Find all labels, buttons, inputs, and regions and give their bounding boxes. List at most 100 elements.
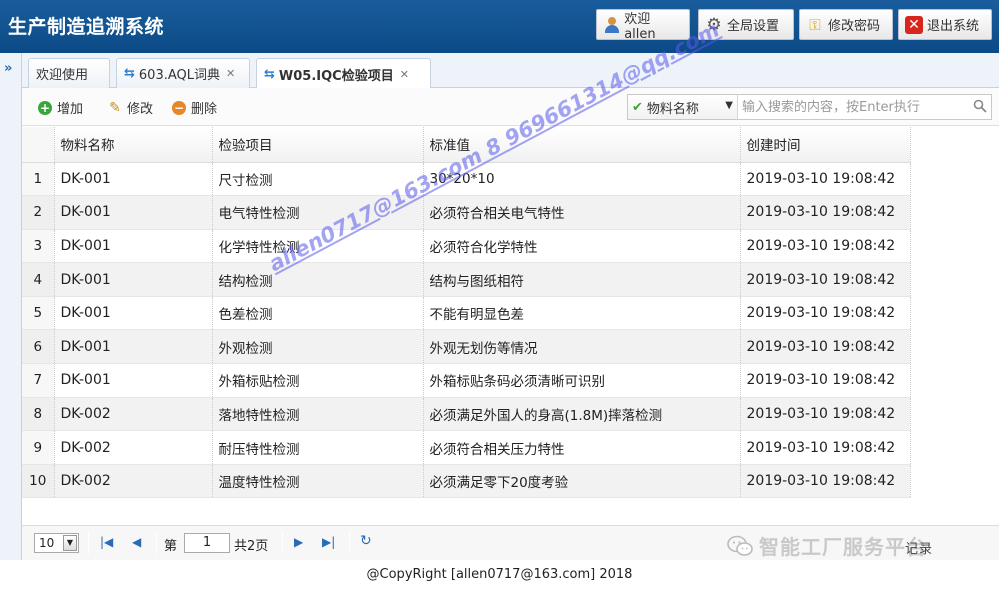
table-row[interactable]: 9 DK-002 耐压特性检测 必须符合相关压力特性 2019-03-10 19:08:… bbox=[22, 430, 911, 465]
data-grid: 物料名称 检验项目 标准值 创建时间 1 DK-001 尺寸检测 30*20*10 20… bbox=[22, 127, 999, 499]
caret-down-icon: ▼ bbox=[725, 100, 733, 111]
created-time-cell: 2019-03-10 19:08:42 bbox=[740, 363, 911, 398]
add-button[interactable]: + 增加 bbox=[38, 98, 83, 117]
tab-welcome[interactable]: 欢迎使用 bbox=[28, 58, 110, 88]
material-cell: DK-002 bbox=[54, 430, 213, 465]
table-header-row: 物料名称 检验项目 标准值 创建时间 bbox=[22, 127, 911, 163]
table-row[interactable]: 7 DK-001 外箱标贴检测 外箱标贴条码必须清晰可识别 2019-03-10 19:… bbox=[22, 363, 911, 398]
standard-value-cell: 不能有明显色差 bbox=[423, 296, 741, 331]
copyright-footer: @CopyRight [allen0717@163.com] 2018 bbox=[0, 560, 999, 588]
material-cell: DK-001 bbox=[54, 229, 213, 264]
global-settings-label: 全局设置 bbox=[727, 19, 780, 34]
standard-value-cell: 必须符合化学特性 bbox=[423, 229, 741, 264]
inspection-items-table: 物料名称 检验项目 标准值 创建时间 1 DK-001 尺寸检测 30*20*10 20… bbox=[22, 127, 911, 499]
minus-icon: − bbox=[172, 100, 186, 115]
standard-value-cell: 30*20*10 bbox=[423, 162, 741, 197]
table-row[interactable]: 3 DK-001 化学特性检测 必须符合化学特性 2019-03-10 19:08:42 bbox=[22, 229, 911, 264]
row-number-cell: 2 bbox=[22, 195, 55, 230]
search-input[interactable] bbox=[740, 95, 968, 119]
prev-page-icon[interactable]: ◀ bbox=[132, 535, 141, 549]
standard-value-cell: 结构与图纸相符 bbox=[423, 262, 741, 297]
edit-button[interactable]: ✎ 修改 bbox=[108, 98, 153, 118]
inspection-item-cell: 化学特性检测 bbox=[212, 229, 424, 264]
search-icon[interactable] bbox=[973, 99, 987, 113]
logout-label: 退出系统 bbox=[927, 19, 980, 34]
standard-value-cell: 必须符合相关压力特性 bbox=[423, 430, 741, 465]
page-prefix: 第 bbox=[164, 539, 178, 554]
table-row[interactable]: 1 DK-001 尺寸检测 30*20*10 2019-03-10 19:08:42 bbox=[22, 162, 911, 197]
table-row[interactable]: 4 DK-001 结构检测 结构与图纸相符 2019-03-10 19:08:42 bbox=[22, 262, 911, 297]
welcome-user-button[interactable]: 欢迎 allen bbox=[596, 9, 690, 42]
created-time-cell: 2019-03-10 19:08:42 bbox=[740, 329, 911, 365]
material-cell: DK-001 bbox=[54, 262, 213, 297]
row-number-cell: 1 bbox=[22, 162, 55, 197]
page-size-value: 10 bbox=[39, 536, 55, 550]
user-icon bbox=[603, 16, 620, 34]
row-number-cell: 4 bbox=[22, 262, 55, 297]
row-number-cell: 10 bbox=[22, 464, 55, 499]
material-cell: DK-001 bbox=[54, 162, 213, 197]
created-time-cell: 2019-03-10 19:08:42 bbox=[740, 195, 911, 230]
page-size-select[interactable]: 10 ▼ bbox=[34, 533, 79, 553]
tab-label: 欢迎使用 bbox=[36, 68, 89, 83]
pencil-icon: ✎ bbox=[109, 99, 121, 116]
separator bbox=[282, 532, 283, 554]
check-icon: ✔ bbox=[632, 99, 643, 115]
close-icon[interactable]: ✕ bbox=[400, 68, 409, 81]
created-time-cell: 2019-03-10 19:08:42 bbox=[740, 397, 911, 432]
material-cell: DK-001 bbox=[54, 329, 213, 365]
tab-label: W05.IQC检验项目 bbox=[278, 68, 394, 84]
refresh-icon[interactable]: ↻ bbox=[360, 533, 372, 549]
column-header-created[interactable]: 创建时间 bbox=[740, 127, 911, 163]
delete-button[interactable]: − 删除 bbox=[172, 98, 217, 117]
material-cell: DK-001 bbox=[54, 296, 213, 331]
table-row[interactable]: 2 DK-001 电气特性检测 必须符合相关电气特性 2019-03-10 19:08:… bbox=[22, 195, 911, 230]
created-time-cell: 2019-03-10 19:08:42 bbox=[740, 229, 911, 264]
created-time-cell: 2019-03-10 19:08:42 bbox=[740, 262, 911, 297]
row-number-cell: 9 bbox=[22, 430, 55, 465]
total-pages: 共2页 bbox=[234, 539, 269, 554]
table-row[interactable]: 5 DK-001 色差检测 不能有明显色差 2019-03-10 19:08:42 bbox=[22, 296, 911, 331]
gear-icon: ⚙ bbox=[706, 14, 722, 35]
close-icon[interactable]: ✕ bbox=[226, 67, 235, 80]
swap-icon: ⇆ bbox=[264, 66, 275, 82]
change-password-button[interactable]: ⚿ 修改密码 bbox=[799, 9, 893, 40]
created-time-cell: 2019-03-10 19:08:42 bbox=[740, 464, 911, 499]
inspection-item-cell: 外观检测 bbox=[212, 329, 424, 365]
tab-iqc-inspection-items[interactable]: ⇆ W05.IQC检验项目 ✕ bbox=[256, 58, 431, 89]
separator bbox=[156, 532, 157, 554]
table-row[interactable]: 10 DK-002 温度特性检测 必须满足零下20度考验 2019-03-10 19:0… bbox=[22, 464, 911, 499]
last-page-icon[interactable]: ▶| bbox=[322, 535, 335, 549]
dropdown-arrow-icon: ▼ bbox=[63, 535, 77, 551]
global-settings-button[interactable]: ⚙ 全局设置 bbox=[698, 9, 794, 40]
row-number-header bbox=[22, 127, 55, 163]
logout-button[interactable]: ✕ 退出系统 bbox=[898, 9, 992, 40]
separator bbox=[88, 532, 89, 554]
current-page-input[interactable]: 1 bbox=[184, 533, 230, 553]
inspection-item-cell: 耐压特性检测 bbox=[212, 430, 424, 465]
standard-value-cell: 外观无划伤等情况 bbox=[423, 329, 741, 365]
logout-icon: ✕ bbox=[905, 15, 923, 34]
table-row[interactable]: 6 DK-001 外观检测 外观无划伤等情况 2019-03-10 19:08:42 bbox=[22, 329, 911, 365]
sidebar-collapsed: » bbox=[0, 53, 22, 560]
row-number-cell: 7 bbox=[22, 363, 55, 398]
tab-label: 603.AQL词典 bbox=[138, 68, 220, 83]
next-page-icon[interactable]: ▶ bbox=[294, 535, 303, 549]
swap-icon: ⇆ bbox=[124, 66, 135, 81]
inspection-item-cell: 结构检测 bbox=[212, 262, 424, 297]
records-text: 记录 bbox=[905, 542, 934, 557]
inspection-item-cell: 温度特性检测 bbox=[212, 464, 424, 499]
welcome-label: 欢迎 allen bbox=[624, 11, 656, 42]
column-header-standard[interactable]: 标准值 bbox=[423, 127, 741, 163]
table-row[interactable]: 8 DK-002 落地特性检测 必须满足外国人的身高(1.8M)摔落检测 2019-03… bbox=[22, 397, 911, 432]
tab-aql-dictionary[interactable]: ⇆ 603.AQL词典 ✕ bbox=[116, 58, 250, 88]
first-page-icon[interactable]: |◀ bbox=[100, 535, 113, 549]
search-field-select[interactable]: ✔ 物料名称 ▼ bbox=[628, 95, 738, 119]
expand-sidebar-icon[interactable]: » bbox=[4, 61, 12, 76]
column-header-item[interactable]: 检验项目 bbox=[212, 127, 424, 163]
key-icon: ⚿ bbox=[809, 15, 821, 34]
created-time-cell: 2019-03-10 19:08:42 bbox=[740, 430, 911, 465]
standard-value-cell: 必须满足外国人的身高(1.8M)摔落检测 bbox=[423, 397, 741, 432]
column-header-material[interactable]: 物料名称 bbox=[54, 127, 213, 163]
tab-bar: 欢迎使用 ⇆ 603.AQL词典 ✕ ⇆ W05.IQC检验项目 ✕ bbox=[22, 53, 999, 89]
